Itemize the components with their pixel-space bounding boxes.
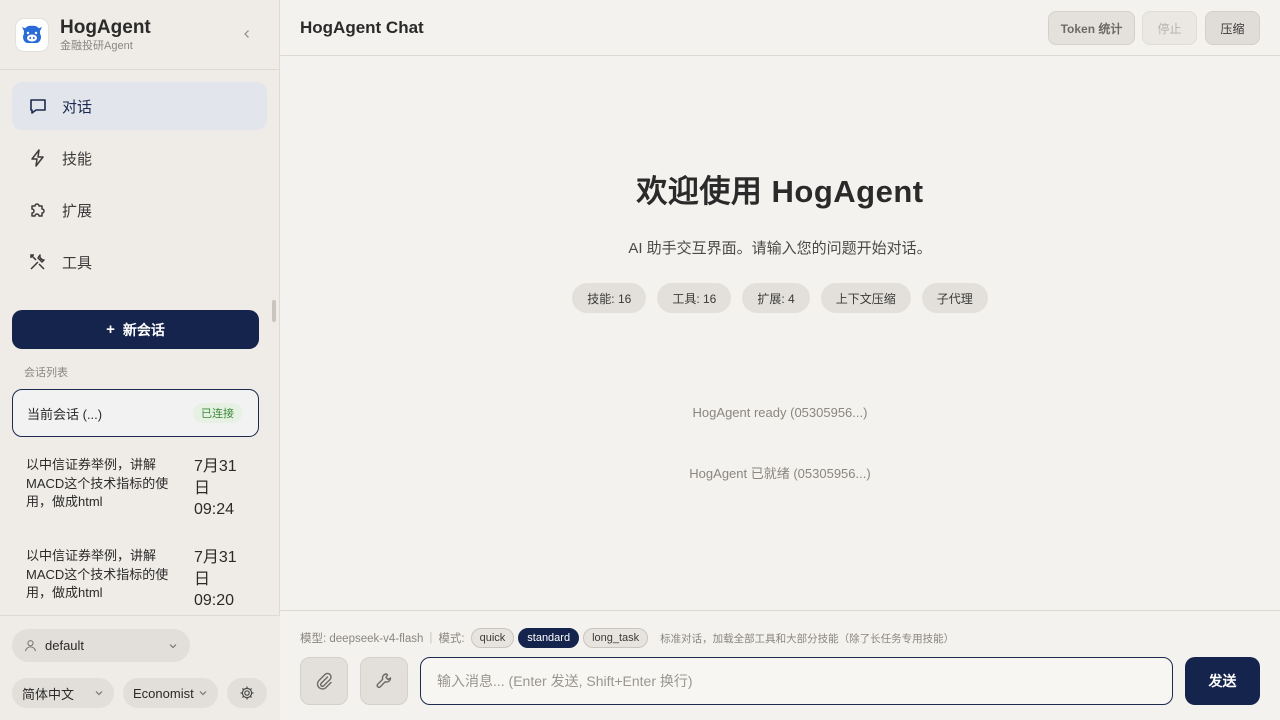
token-stats-button[interactable]: Token 统计 [1048, 11, 1135, 45]
chevron-down-icon [94, 688, 104, 698]
attach-button[interactable] [300, 657, 348, 705]
collapse-sidebar-button[interactable] [239, 26, 255, 42]
brand-name: HogAgent [60, 16, 151, 38]
compress-button[interactable]: 压缩 [1205, 11, 1260, 45]
chevron-down-icon [168, 641, 178, 651]
system-message: HogAgent ready (05305956...) [692, 405, 868, 420]
main-nav: 对话 技能 扩展 工具 [0, 70, 279, 286]
puzzle-icon [28, 200, 48, 220]
welcome-title: 欢迎使用 HogAgent [636, 174, 924, 209]
message-input[interactable] [437, 673, 1156, 689]
session-title: 以中信证券举例，讲解MACD这个技术指标的使用，做成html [26, 457, 169, 509]
language-value: 简体中文 [22, 686, 75, 702]
nav-item-label: 工具 [62, 254, 93, 272]
chevron-down-icon [198, 688, 208, 698]
capability-chip: 扩展: 4 [742, 283, 810, 313]
chat-icon [28, 96, 48, 116]
brand-text: HogAgent 金融投研Agent [60, 17, 151, 53]
gear-icon [240, 686, 254, 700]
capability-chips: 技能: 16 工具: 16 扩展: 4 上下文压缩 子代理 [280, 283, 1280, 313]
settings-button[interactable] [227, 678, 267, 708]
page-title: HogAgent Chat [300, 17, 424, 37]
meta-separator: | [429, 632, 433, 644]
capability-chip: 上下文压缩 [820, 283, 911, 313]
nav-item-label: 扩展 [62, 202, 93, 220]
mode-label: 模式: [438, 633, 465, 645]
chevron-left-icon [244, 30, 249, 38]
model-label: 模型: deepseek-v4-flash [300, 633, 424, 645]
session-title: 当前会话 (...) [27, 406, 103, 422]
lightning-icon [28, 148, 48, 168]
stop-button[interactable]: 停止 [1142, 11, 1197, 45]
composer: 模型: deepseek-v4-flash | 模式: quick standa… [280, 610, 1280, 720]
tools-icon [28, 252, 48, 272]
session-item[interactable]: 以中信证券举例，讲解MACD这个技术指标的使用，做成html 7月31日 09:… [12, 456, 259, 536]
new-chat-button[interactable]: + 新会话 [12, 310, 259, 349]
capability-chip: 子代理 [921, 283, 988, 313]
nav-item-skills[interactable]: 技能 [12, 134, 267, 182]
capability-chip: 工具: 16 [657, 283, 732, 313]
session-list-label: 会话列表 [24, 367, 68, 379]
sidebar-footer: default 简体中文 Economist [0, 615, 280, 720]
system-message: HogAgent 已就绪 (05305956...) [689, 466, 871, 481]
mode-quick[interactable]: quick [470, 628, 515, 648]
mode-description: 标准对话，加载全部工具和大部分技能（除了长任务专用技能） [660, 632, 955, 645]
persona-select[interactable]: Economist [123, 678, 218, 708]
brand-header: HogAgent 金融投研Agent [0, 0, 279, 70]
tools-button[interactable] [360, 657, 408, 705]
plus-icon: + [106, 321, 115, 338]
topbar: HogAgent Chat Token 统计 停止 压缩 [280, 0, 1280, 56]
message-input-box[interactable] [420, 657, 1173, 705]
status-badge: 已连接 [193, 403, 242, 423]
language-select[interactable]: 简体中文 [12, 678, 114, 708]
current-session-item[interactable]: 当前会话 (...) 已连接 [12, 389, 259, 437]
session-date: 7月31日 09:24 [194, 458, 237, 518]
sidebar-scrollbar[interactable] [272, 300, 276, 322]
sidebar: HogAgent 金融投研Agent 对话 技能 扩展 工具 + 新会话 会话列… [0, 0, 280, 720]
send-button[interactable]: 发送 [1185, 657, 1260, 705]
welcome-subtitle: AI 助手交互界面。请输入您的问题开始对话。 [628, 240, 932, 257]
nav-item-chat[interactable]: 对话 [12, 82, 267, 130]
user-icon [24, 639, 37, 652]
composer-meta: 模型: deepseek-v4-flash | 模式: quick standa… [300, 628, 954, 648]
hog-logo-icon [16, 18, 48, 51]
mode-long-task[interactable]: long_task [583, 628, 649, 648]
nav-item-label: 技能 [62, 150, 93, 168]
new-chat-label: 新会话 [122, 321, 165, 338]
nav-item-extensions[interactable]: 扩展 [12, 186, 267, 234]
nav-item-label: 对话 [62, 98, 93, 116]
user-select[interactable]: default [12, 629, 190, 662]
chat-main: HogAgent Chat Token 统计 停止 压缩 欢迎使用 HogAge… [280, 0, 1280, 720]
mode-standard[interactable]: standard [518, 628, 580, 648]
capability-chip: 技能: 16 [572, 283, 647, 313]
brand-subtitle: 金融投研Agent [60, 39, 133, 52]
persona-value: Economist [133, 685, 194, 701]
nav-item-tools[interactable]: 工具 [12, 238, 267, 286]
user-name: default [45, 638, 85, 653]
wrench-icon [376, 673, 392, 688]
welcome-section: 欢迎使用 HogAgent AI 助手交互界面。请输入您的问题开始对话。 [280, 166, 1280, 258]
paperclip-icon [316, 672, 332, 690]
